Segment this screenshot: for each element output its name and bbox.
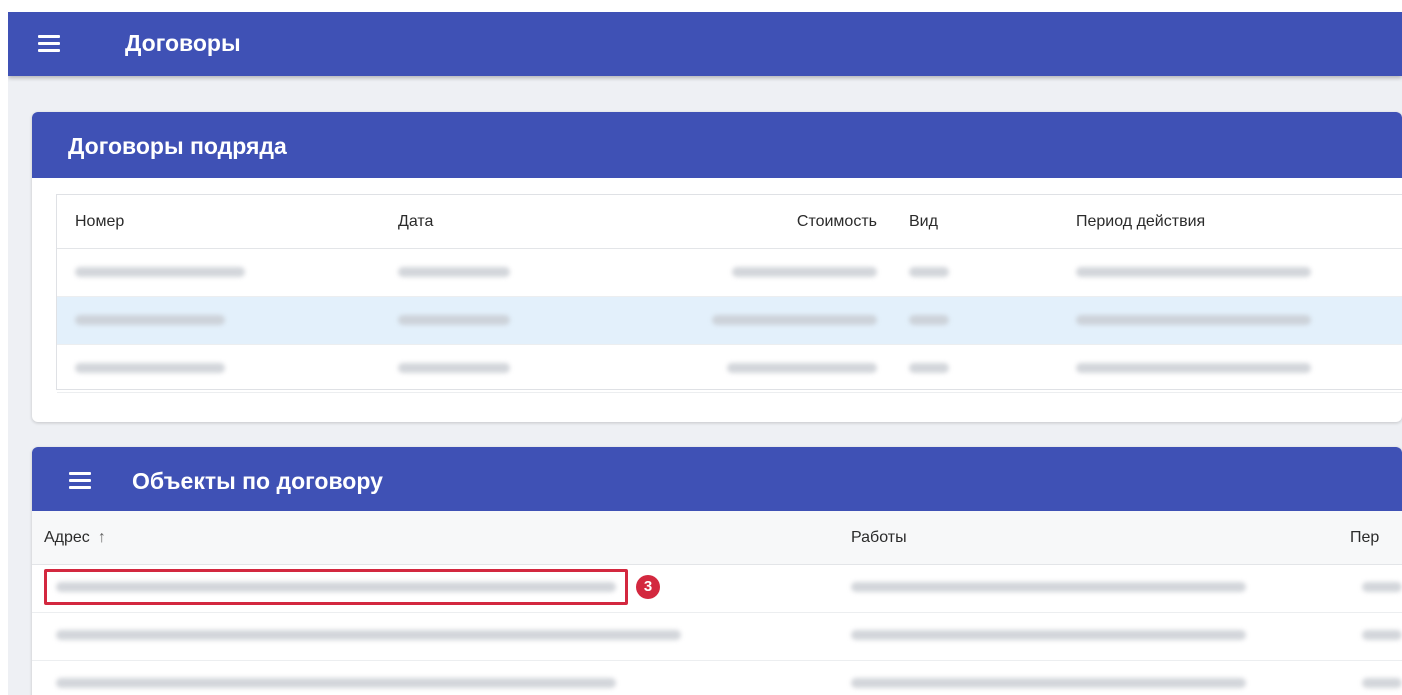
- highlight-frame: [44, 569, 628, 605]
- arrow-up-icon[interactable]: ↑: [98, 528, 106, 548]
- redacted-number: [75, 363, 225, 373]
- redacted-cost: [727, 363, 877, 373]
- table-row[interactable]: [32, 613, 1402, 661]
- contracts-table: Номер Дата Стоимость Вид Период действия: [56, 194, 1402, 393]
- table-row[interactable]: [32, 661, 1402, 695]
- redacted-period: [1076, 315, 1311, 325]
- redacted-date: [398, 363, 510, 373]
- table-row[interactable]: [57, 249, 1402, 297]
- column-header-type[interactable]: Вид: [909, 212, 938, 232]
- redacted-type: [909, 363, 949, 373]
- column-header-address-label: Адрес: [44, 529, 90, 546]
- objects-card-header: Объекты по договору: [32, 447, 1402, 511]
- redacted-cost: [712, 315, 877, 325]
- column-header-period[interactable]: Период действия: [1076, 212, 1205, 232]
- contracts-table-header: Номер Дата Стоимость Вид Период действия: [57, 195, 1402, 249]
- page-title: Договоры: [125, 30, 241, 56]
- redacted-period: [1362, 582, 1402, 592]
- redacted-type: [909, 315, 949, 325]
- redacted-number: [75, 267, 245, 277]
- objects-table-header: Адрес ↑ Работы Пер: [32, 511, 1402, 565]
- redacted-period: [1076, 363, 1311, 373]
- menu-icon[interactable]: [38, 35, 60, 52]
- redacted-number: [75, 315, 225, 325]
- contracts-card: Договоры подряда Номер Дата Стоимость Ви…: [32, 112, 1402, 422]
- app-bar: Договоры: [8, 12, 1402, 76]
- step-badge: 3: [636, 575, 660, 599]
- column-header-period-truncated[interactable]: Пер: [1350, 528, 1379, 548]
- redacted-works: [851, 582, 1246, 592]
- column-header-cost[interactable]: Стоимость: [717, 212, 877, 232]
- app-window: Договоры Договоры подряда Номер Дата Сто…: [8, 12, 1402, 695]
- table-row-highlighted[interactable]: 3: [32, 565, 1402, 613]
- table-row[interactable]: [57, 345, 1402, 393]
- column-header-date[interactable]: Дата: [398, 212, 433, 232]
- objects-card-title: Объекты по договору: [132, 468, 383, 494]
- redacted-period: [1076, 267, 1311, 277]
- contracts-card-title: Договоры подряда: [68, 133, 287, 159]
- redacted-date: [398, 267, 510, 277]
- table-row-selected[interactable]: [57, 297, 1402, 345]
- contracts-card-header: Договоры подряда: [32, 112, 1402, 178]
- objects-card: Объекты по договору Адрес ↑ Работы Пер 3: [32, 447, 1402, 695]
- redacted-cost: [732, 267, 877, 277]
- redacted-period: [1362, 630, 1402, 640]
- screen: Договоры Договоры подряда Номер Дата Сто…: [0, 0, 1402, 695]
- column-header-works[interactable]: Работы: [851, 528, 907, 548]
- redacted-works: [851, 678, 1246, 688]
- redacted-type: [909, 267, 949, 277]
- objects-menu-icon[interactable]: [69, 472, 91, 489]
- redacted-address: [56, 630, 681, 640]
- column-header-address[interactable]: Адрес ↑: [44, 528, 106, 548]
- redacted-date: [398, 315, 510, 325]
- redacted-address: [56, 678, 616, 688]
- redacted-period: [1362, 678, 1402, 688]
- column-header-number[interactable]: Номер: [75, 212, 124, 232]
- redacted-works: [851, 630, 1246, 640]
